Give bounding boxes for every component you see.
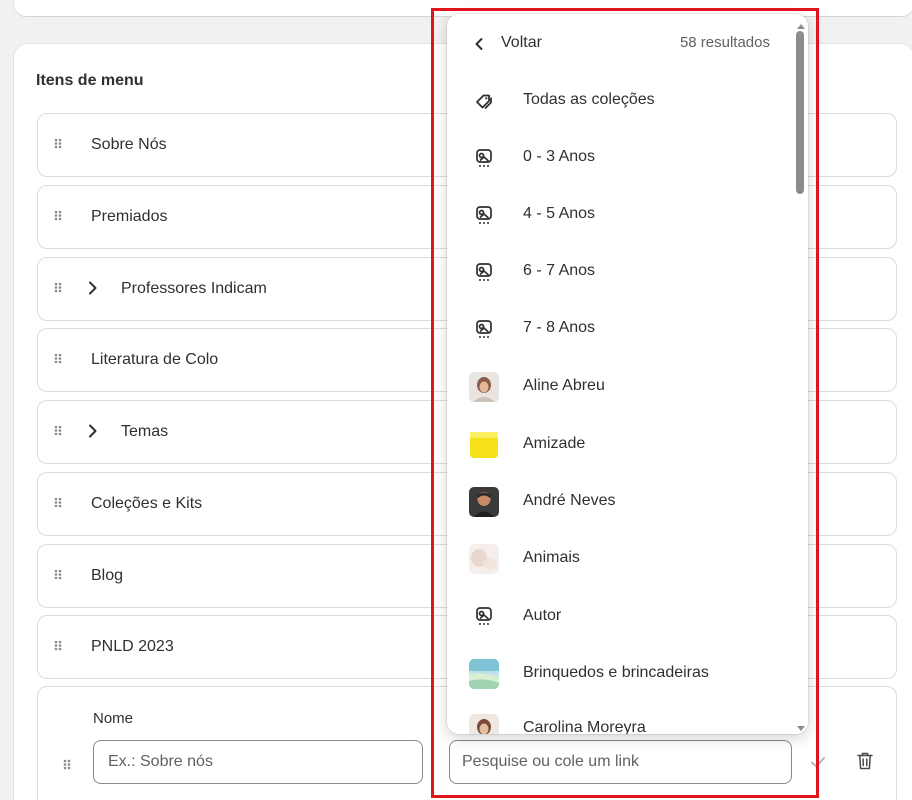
chevron-right-icon[interactable] bbox=[86, 422, 100, 440]
drag-handle-icon[interactable] bbox=[53, 208, 63, 222]
drag-handle-icon[interactable] bbox=[53, 351, 63, 365]
chevron-right-icon[interactable] bbox=[86, 279, 100, 297]
collection-icon bbox=[469, 601, 499, 631]
link-search-input[interactable] bbox=[449, 740, 792, 784]
drag-handle-icon[interactable] bbox=[53, 567, 63, 581]
link-results-dropdown: Voltar 58 resultados Todas as coleções 0… bbox=[447, 14, 808, 734]
collection-icon bbox=[469, 200, 499, 230]
collection-icon bbox=[469, 314, 499, 344]
dropdown-option-label: Autor bbox=[523, 607, 562, 624]
drag-handle-icon[interactable] bbox=[53, 136, 63, 150]
menu-item-label: Sobre Nós bbox=[91, 136, 167, 153]
results-count: 58 resultados bbox=[679, 34, 770, 51]
dropdown-option-label: 4 - 5 Anos bbox=[523, 205, 596, 222]
drag-handle-icon[interactable] bbox=[53, 495, 63, 509]
yellow-thumbnail bbox=[469, 430, 499, 460]
dropdown-option-label: Brinquedos e brincadeiras bbox=[523, 664, 709, 681]
faded-thumbnail bbox=[469, 544, 499, 574]
dropdown-option[interactable]: 0 - 3 Anos bbox=[447, 129, 793, 186]
dropdown-option[interactable]: Animais bbox=[447, 530, 793, 587]
dropdown-scrollbar-thumb[interactable] bbox=[796, 31, 804, 194]
scroll-down-arrow-icon[interactable] bbox=[797, 719, 805, 737]
menu-item-label: Premiados bbox=[91, 208, 168, 225]
dropdown-option[interactable]: Brinquedos e brincadeiras bbox=[447, 645, 793, 702]
collection-tag-icon bbox=[469, 86, 499, 116]
dropdown-option-label: Amizade bbox=[523, 435, 586, 452]
dropdown-header: Voltar 58 resultados bbox=[447, 14, 808, 72]
dropdown-option-label: 0 - 3 Anos bbox=[523, 148, 596, 165]
portrait-thumbnail bbox=[469, 372, 499, 402]
dropdown-option-label: 7 - 8 Anos bbox=[523, 319, 596, 336]
drag-handle-icon[interactable] bbox=[53, 638, 63, 652]
dropdown-option[interactable]: 7 - 8 Anos bbox=[447, 301, 793, 358]
name-field-label: Nome bbox=[93, 710, 134, 727]
chevron-left-icon[interactable] bbox=[474, 37, 484, 56]
dropdown-option-label: André Neves bbox=[523, 492, 616, 509]
menu-item-label: Temas bbox=[121, 423, 169, 440]
dropdown-option[interactable]: Amizade bbox=[447, 416, 793, 473]
portrait-thumbnail bbox=[469, 714, 499, 734]
dropdown-option[interactable]: Aline Abreu bbox=[447, 358, 793, 415]
collection-icon bbox=[469, 257, 499, 287]
dropdown-option-label: Animais bbox=[523, 549, 580, 566]
check-icon[interactable] bbox=[808, 752, 828, 777]
collection-icon bbox=[469, 143, 499, 173]
menu-item-label: Coleções e Kits bbox=[91, 495, 203, 512]
dropdown-option[interactable]: André Neves bbox=[447, 473, 793, 530]
dropdown-option-label: Todas as coleções bbox=[523, 91, 655, 108]
landscape-thumbnail bbox=[469, 659, 499, 689]
dropdown-option[interactable]: 6 - 7 Anos bbox=[447, 244, 793, 301]
portrait-thumbnail bbox=[469, 487, 499, 517]
dropdown-option[interactable]: Todas as coleções bbox=[447, 72, 793, 129]
section-title: Itens de menu bbox=[36, 72, 144, 89]
drag-handle-icon[interactable] bbox=[53, 280, 63, 294]
dropdown-option[interactable]: Autor bbox=[447, 588, 793, 645]
trash-icon[interactable] bbox=[856, 751, 874, 776]
dropdown-option-label: Aline Abreu bbox=[523, 377, 605, 394]
drag-handle-icon[interactable] bbox=[62, 757, 72, 776]
drag-handle-icon[interactable] bbox=[53, 423, 63, 437]
dropdown-option-label: 6 - 7 Anos bbox=[523, 262, 596, 279]
dropdown-option[interactable]: 4 - 5 Anos bbox=[447, 186, 793, 243]
dropdown-option[interactable]: Carolina Moreyra bbox=[447, 703, 793, 734]
menu-item-label: Professores Indicam bbox=[121, 280, 267, 297]
back-button[interactable]: Voltar bbox=[501, 34, 542, 52]
menu-item-label: Blog bbox=[91, 567, 124, 584]
dropdown-option-label: Carolina Moreyra bbox=[523, 719, 646, 734]
menu-item-label: Literatura de Colo bbox=[91, 351, 219, 368]
menu-item-label: PNLD 2023 bbox=[91, 638, 174, 655]
name-input[interactable] bbox=[93, 740, 423, 784]
